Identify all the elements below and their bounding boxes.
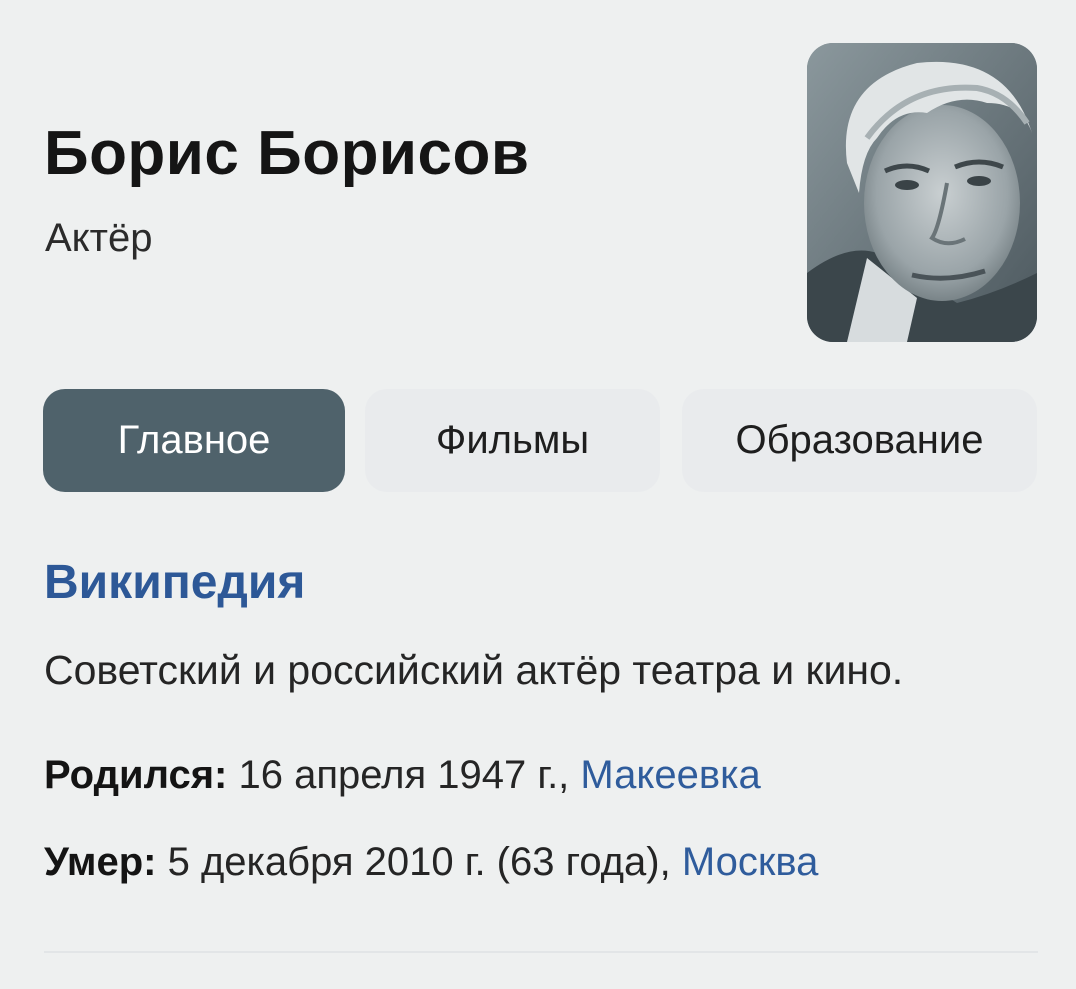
death-date: 5 декабря 2010 г. (63 года),: [156, 840, 682, 884]
tab-main[interactable]: Главное: [43, 389, 345, 492]
death-label: Умер:: [44, 840, 157, 884]
portrait-image[interactable]: [807, 43, 1037, 342]
birth-fact: Родился: 16 апреля 1947 г., Макеевка: [44, 753, 761, 798]
tab-films[interactable]: Фильмы: [365, 389, 660, 492]
entity-description: Советский и российский актёр театра и ки…: [44, 647, 904, 693]
entity-name: Борис Борисов: [44, 119, 530, 188]
death-fact: Умер: 5 декабря 2010 г. (63 года), Москв…: [44, 840, 818, 885]
birth-label: Родился:: [44, 753, 228, 797]
birth-date: 16 апреля 1947 г.,: [227, 753, 581, 797]
entity-role: Актёр: [45, 216, 153, 260]
birth-place-link[interactable]: Макеевка: [580, 753, 760, 797]
tab-education[interactable]: Образование: [682, 389, 1037, 492]
section-divider: [44, 951, 1038, 953]
death-place-link[interactable]: Москва: [682, 840, 819, 884]
wikipedia-heading[interactable]: Википедия: [44, 555, 305, 610]
tab-bar: Главное Фильмы Образование: [43, 389, 1037, 492]
